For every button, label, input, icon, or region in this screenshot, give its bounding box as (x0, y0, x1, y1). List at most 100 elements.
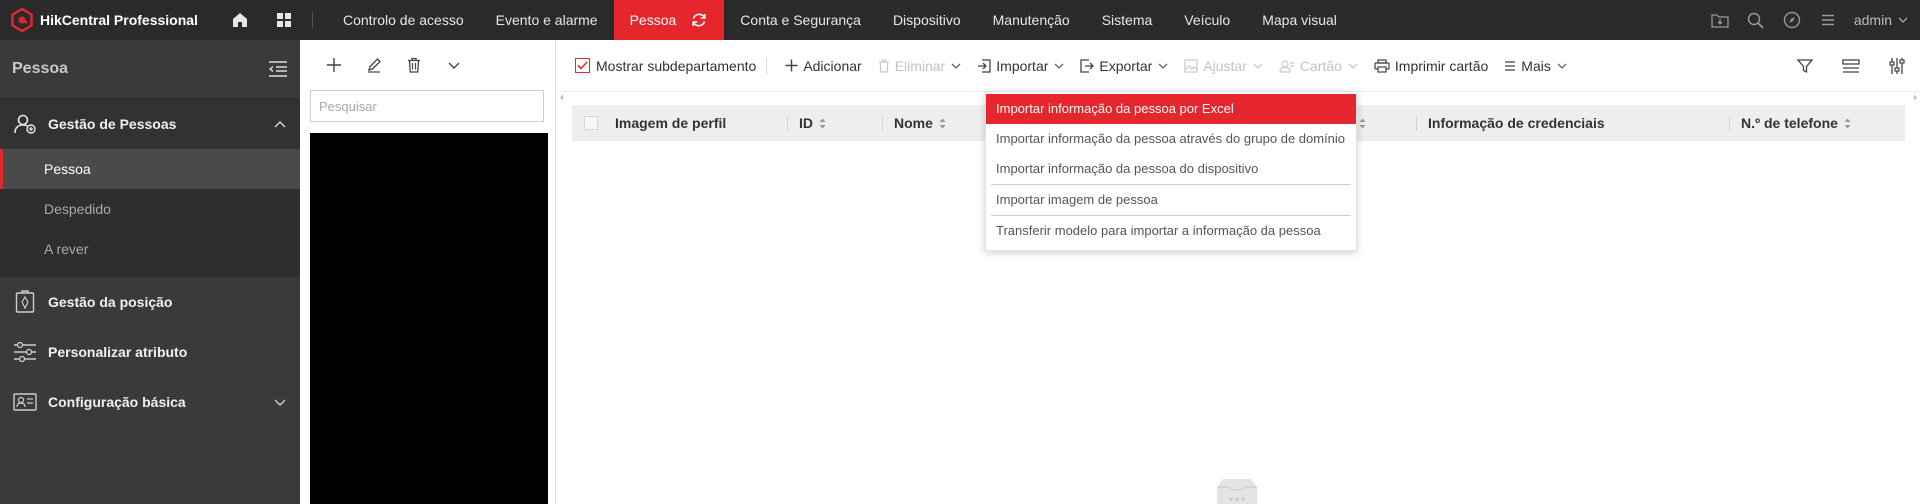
column-header-label: ID (799, 115, 813, 131)
sort-icon[interactable] (1359, 118, 1366, 129)
sidebar-item-pessoa[interactable]: Pessoa (0, 149, 300, 189)
nav-item-conta-e-seguranca[interactable]: Conta e Segurança (724, 0, 877, 40)
export-icon (1080, 58, 1095, 73)
sidebar-header: Pessoa (0, 40, 300, 99)
nav-item-mapa-visual[interactable]: Mapa visual (1246, 0, 1353, 40)
add-button[interactable]: Adicionar (777, 51, 869, 81)
menu-item-import-domain-group[interactable]: Importar informação da pessoa através do… (986, 124, 1356, 154)
column-header-id[interactable]: ID (787, 105, 882, 141)
nav-divider (312, 12, 313, 28)
card-button[interactable]: Cartão (1271, 51, 1366, 81)
trash-icon (878, 58, 890, 73)
user-menu[interactable]: admin (1846, 12, 1920, 28)
scroll-right-icon[interactable] (1913, 94, 1918, 101)
top-right-tools: admin (1702, 0, 1920, 40)
hikcentral-logo-icon (10, 8, 34, 32)
export-button-label: Exportar (1099, 57, 1153, 74)
menu-item-download-template[interactable]: Transferir modelo para importar a inform… (986, 216, 1356, 246)
nav-item-manutencao[interactable]: Manutenção (977, 0, 1086, 40)
sort-icon[interactable] (819, 118, 826, 129)
config-icon (12, 389, 38, 415)
export-button[interactable]: Exportar (1072, 51, 1176, 81)
print-card-button[interactable]: Imprimir cartão (1366, 51, 1496, 81)
menu-item-import-from-device[interactable]: Importar informação da pessoa do disposi… (986, 154, 1356, 184)
show-subdepartment-label: Mostrar subdepartamento (596, 57, 757, 74)
sidebar-group-label: Personalizar atributo (48, 344, 188, 360)
column-settings-icon[interactable] (1874, 46, 1920, 86)
toolbar-right-tools (1782, 40, 1920, 92)
add-icon[interactable] (314, 45, 354, 85)
chevron-down-icon (1158, 63, 1168, 69)
more-button[interactable]: Mais (1496, 51, 1575, 81)
badge-icon (12, 289, 38, 315)
user-name: admin (1853, 12, 1892, 28)
nav-item-sistema[interactable]: Sistema (1086, 0, 1169, 40)
sidebar-group-gestao-da-posicao[interactable]: Gestão da posição (0, 277, 300, 327)
nav-item-pessoa[interactable]: Pessoa (613, 0, 725, 40)
home-icon[interactable] (218, 0, 262, 40)
menu-item-import-person-image[interactable]: Importar imagem de pessoa (986, 185, 1356, 215)
brand[interactable]: HikCentral Professional (0, 0, 218, 40)
import-dropdown-menu: Importar informação da pessoa por Excel … (985, 91, 1357, 251)
filter-icon[interactable] (1782, 46, 1828, 86)
add-button-label: Adicionar (803, 57, 862, 74)
column-header-label: Informação de credenciais (1428, 115, 1605, 131)
show-subdepartment-checkbox[interactable] (575, 58, 590, 73)
chevron-down-icon (1557, 63, 1567, 69)
department-tree-content[interactable] (310, 133, 548, 504)
row-density-icon[interactable] (1828, 46, 1874, 86)
column-header-phone[interactable]: N.º de telefone (1729, 105, 1905, 141)
sidebar-group-label: Gestão da posição (48, 294, 173, 310)
person-toolbar: Mostrar subdepartamento Adicionar Elimin… (557, 40, 1920, 92)
scroll-left-icon[interactable] (559, 94, 564, 101)
brand-name: HikCentral Professional (40, 12, 198, 28)
refresh-icon[interactable] (690, 11, 708, 29)
collapse-sidebar-icon[interactable] (268, 61, 288, 77)
sidebar-item-a-rever[interactable]: A rever (0, 229, 300, 269)
column-header-credential-info[interactable]: Informação de credenciais (1416, 105, 1729, 141)
column-header-profile-image[interactable]: Imagem de perfil (615, 105, 787, 141)
adjust-button-label: Ajustar (1203, 57, 1247, 74)
sort-icon[interactable] (1844, 118, 1851, 129)
nav-item-dispositivo[interactable]: Dispositivo (877, 0, 977, 40)
menu-icon[interactable] (1810, 0, 1846, 40)
chevron-up-icon (274, 120, 286, 128)
sort-icon[interactable] (939, 118, 946, 129)
compass-icon[interactable] (1774, 0, 1810, 40)
search-icon[interactable] (1738, 0, 1774, 40)
delete-icon[interactable] (394, 45, 434, 85)
chevron-down-icon (274, 399, 286, 406)
sidebar-submenu: Pessoa Despedido A rever (0, 149, 300, 277)
column-header-label: N.º de telefone (1741, 115, 1838, 131)
sidebar-group-configuracao-basica[interactable]: Configuração básica (0, 377, 300, 427)
delete-button[interactable]: Eliminar (870, 51, 970, 81)
sidebar-group-label: Gestão de Pessoas (48, 116, 177, 132)
nav-item-controlo-de-acesso[interactable]: Controlo de acesso (327, 0, 480, 40)
search-input[interactable] (310, 90, 544, 122)
department-tree-panel (300, 40, 556, 504)
column-header-label: Imagem de perfil (615, 115, 727, 131)
menu-item-import-excel[interactable]: Importar informação da pessoa por Excel (986, 94, 1356, 124)
edit-icon[interactable] (354, 45, 394, 85)
sidebar-group-personalizar-atributo[interactable]: Personalizar atributo (0, 327, 300, 377)
sidebar-group-gestao-de-pessoas[interactable]: Gestão de Pessoas (0, 99, 300, 149)
nav-item-pessoa-label: Pessoa (629, 12, 677, 28)
import-button-label: Importar (996, 57, 1049, 74)
nav-item-evento-e-alarme[interactable]: Evento e alarme (480, 0, 614, 40)
sidebar-item-despedido[interactable]: Despedido (0, 189, 300, 229)
app-grid-icon[interactable] (262, 0, 306, 40)
download-center-icon[interactable] (1702, 0, 1738, 40)
more-button-label: Mais (1521, 57, 1551, 74)
select-all-checkbox[interactable] (584, 116, 598, 130)
adjust-button[interactable]: Ajustar (1176, 51, 1271, 81)
column-header-name[interactable]: Nome (882, 105, 992, 141)
nav-item-veiculo[interactable]: Veículo (1168, 0, 1246, 40)
import-button[interactable]: Importar (969, 51, 1072, 81)
import-icon (977, 58, 991, 73)
toolbar-divider (766, 57, 768, 74)
printer-icon (1374, 58, 1390, 73)
column-header-label: Nome (894, 115, 933, 131)
image-adjust-icon (1184, 58, 1198, 73)
card-icon (1279, 59, 1295, 73)
chevron-down-icon[interactable] (434, 45, 474, 85)
